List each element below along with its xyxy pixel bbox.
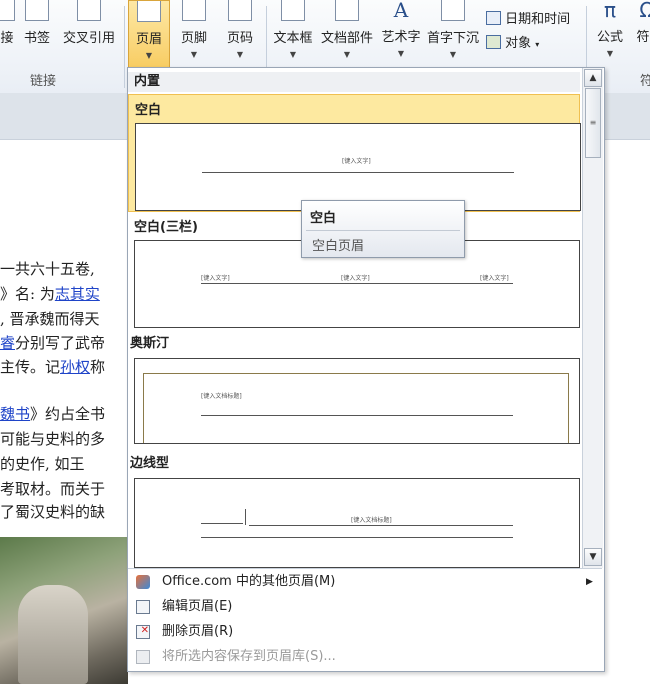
drop-cap-button[interactable]: 首字下沉 ▼	[424, 0, 482, 68]
tooltip-divider	[306, 230, 460, 231]
quick-parts-icon	[335, 0, 359, 21]
symbol-button[interactable]: Ω 符	[636, 0, 650, 68]
document-line: 可能与史料的多	[0, 430, 106, 448]
object-icon	[486, 35, 501, 49]
chevron-down-icon: ▼	[449, 50, 457, 59]
chevron-down-icon: ▼	[236, 50, 244, 59]
text-box-icon	[281, 0, 305, 21]
gallery-scrollbar[interactable]: ▲ ≡ ▼	[582, 68, 603, 568]
quick-parts-button[interactable]: 文档部件 ▼	[318, 0, 376, 68]
scroll-thumb[interactable]: ≡	[585, 88, 601, 158]
document-line: 考取材。而关于	[0, 480, 106, 498]
drop-cap-icon	[441, 0, 465, 21]
builtin-section-header: 内置	[128, 72, 580, 92]
document-line: , 晋承魏而得天	[0, 310, 100, 328]
document-line: 了蜀汉史料的缺	[0, 503, 106, 521]
link-icon	[0, 0, 15, 21]
placeholder-text: [键入文字]	[480, 275, 509, 282]
austin-frame	[143, 373, 569, 443]
placeholder-text: [键入文档标题]	[351, 517, 392, 524]
cross-reference-button[interactable]: 交叉引用	[59, 0, 119, 68]
document-line: 主传。记孙权称	[0, 358, 106, 376]
gallery-item-sideline[interactable]: 边线型 [键入文档标题]	[128, 450, 580, 568]
save-selection-icon	[136, 650, 150, 664]
bookmark-button[interactable]: 书签	[21, 0, 53, 68]
document-line: 睿分别写了武帝	[0, 334, 106, 352]
header-rule	[201, 537, 513, 538]
document-line: 魏书》约占全书	[0, 405, 106, 423]
symbol-icon: Ω	[639, 0, 650, 22]
header-rule	[201, 523, 243, 524]
cross-reference-icon	[77, 0, 101, 21]
document-link[interactable]: 孙权	[60, 358, 90, 376]
date-time-button[interactable]: 日期和时间	[486, 8, 578, 28]
chevron-down-icon: ▼	[289, 50, 297, 59]
header-rule	[201, 415, 513, 416]
document-line: 一共六十五卷,	[0, 260, 95, 278]
symbols-group-label: 符	[640, 74, 650, 89]
header-rule	[201, 283, 513, 284]
document-link[interactable]: 魏书	[0, 405, 30, 423]
wordart-icon: A	[393, 0, 409, 22]
object-button[interactable]: 对象 ▾	[486, 32, 556, 52]
save-to-header-gallery-item: 将所选内容保存到页眉库(S)...	[128, 645, 602, 669]
header-gallery-dropdown: 内置 空白 [键入文字] 空白(三栏) [键入文字] [键入文字] [键入文字]…	[127, 67, 605, 672]
preview-sideline: [键入文档标题]	[134, 478, 580, 568]
tooltip-description: 空白页眉	[312, 239, 365, 254]
header-button[interactable]: 页眉 ▼	[128, 0, 170, 68]
placeholder-text: [键入文档标题]	[201, 393, 242, 400]
gallery-item-label: 空白	[135, 103, 162, 118]
chevron-down-icon: ▼	[606, 49, 614, 58]
document-line: 的史作, 如王	[0, 455, 85, 473]
footer-button[interactable]: 页脚 ▼	[176, 0, 212, 68]
chevron-down-icon: ▼	[190, 50, 198, 59]
wordart-button[interactable]: A 艺术字 ▼	[378, 0, 424, 68]
gallery-item-tooltip: 空白 空白页眉	[301, 200, 465, 258]
statue-figure	[18, 585, 88, 684]
remove-header-icon: ✕	[136, 625, 150, 639]
links-group-label: 链接	[30, 74, 57, 89]
chevron-down-icon: ▼	[397, 49, 405, 58]
chevron-down-icon: ▼	[343, 50, 351, 59]
tooltip-title: 空白	[310, 211, 337, 226]
placeholder-text: [键入文字]	[342, 158, 371, 165]
group-separator	[124, 6, 125, 88]
scroll-down-button[interactable]: ▼	[584, 548, 602, 566]
equation-icon: π	[603, 0, 617, 22]
menu-divider	[128, 568, 602, 569]
hyperlink-button[interactable]: 接	[0, 0, 20, 68]
submenu-arrow-icon: ▶	[586, 577, 593, 587]
document-link[interactable]: 睿	[0, 334, 15, 352]
placeholder-text: [键入文字]	[201, 275, 230, 282]
chevron-down-icon: ▾	[535, 40, 540, 49]
gallery-item-label: 空白(三栏)	[134, 220, 198, 235]
gallery-item-label: 边线型	[130, 456, 170, 471]
watermark: 搜狗指南	[470, 596, 575, 626]
header-icon	[137, 1, 161, 22]
gallery-item-austin[interactable]: 奥斯汀 [键入文档标题]	[128, 330, 580, 444]
header-rule	[249, 525, 513, 526]
text-box-button[interactable]: 文本框 ▼	[270, 0, 316, 68]
equation-button[interactable]: π 公式 ▼	[592, 0, 628, 68]
sideline-divider	[245, 509, 246, 525]
footer-icon	[182, 0, 206, 21]
page-number-icon	[228, 0, 252, 21]
scroll-up-button[interactable]: ▲	[584, 69, 602, 87]
office-com-icon	[136, 575, 150, 589]
preview-austin: [键入文档标题]	[134, 358, 580, 444]
header-rule	[202, 172, 514, 173]
gallery-item-blank[interactable]: 空白 [键入文字]	[128, 94, 581, 212]
document-line: 》名: 为志其实	[0, 285, 100, 303]
bookmark-icon	[25, 0, 49, 21]
calendar-icon	[486, 11, 501, 25]
placeholder-text: [键入文字]	[341, 275, 370, 282]
edit-header-icon	[136, 600, 150, 614]
document-link[interactable]: 志其实	[55, 285, 100, 303]
preview-blank: [键入文字]	[135, 123, 581, 211]
page-number-button[interactable]: 页码 ▼	[222, 0, 258, 68]
chevron-down-icon: ▼	[145, 51, 153, 60]
gallery-item-label: 奥斯汀	[130, 336, 170, 351]
